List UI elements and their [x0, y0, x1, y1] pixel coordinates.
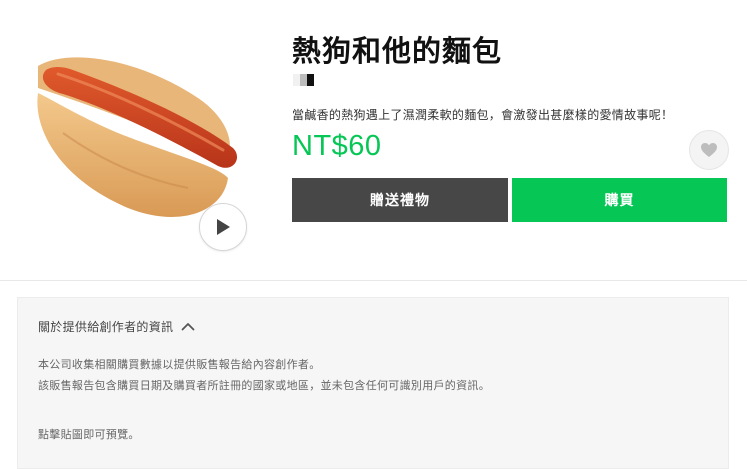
creator-info-heading: 關於提供給創作者的資訊	[38, 320, 174, 334]
author-avatar[interactable]	[293, 74, 314, 88]
buy-button[interactable]: 購買	[512, 178, 727, 222]
section-divider	[0, 280, 747, 281]
play-preview-button[interactable]	[199, 203, 247, 251]
hotdog-illustration	[37, 57, 238, 217]
product-title: 熱狗和他的麵包	[292, 34, 503, 68]
creator-info-panel: 關於提供給創作者的資訊 本公司收集相關購買數據以提供販售報告給內容創作者。 該販…	[17, 297, 729, 469]
creator-info-line-2: 該販售報告包含購買日期及購買者所註冊的國家或地區，並未包含任何可識別用戶的資訊。	[38, 379, 490, 392]
chevron-up-icon	[181, 323, 195, 331]
creator-info-toggle[interactable]: 關於提供給創作者的資訊	[38, 318, 195, 335]
heart-icon	[701, 143, 717, 157]
play-icon	[217, 219, 230, 235]
product-image[interactable]	[18, 38, 248, 228]
product-description: 當鹹香的熱狗遇上了濕潤柔軟的麵包，會激發出甚麼樣的愛情故事呢！	[292, 108, 674, 122]
wishlist-button[interactable]	[689, 130, 729, 170]
creator-info-line-1: 本公司收集相關購買數據以提供販售報告給內容創作者。	[38, 358, 321, 371]
product-price: NT$60	[292, 130, 382, 162]
preview-hint: 點擊貼圖即可預覽。	[38, 428, 140, 441]
gift-button[interactable]: 贈送禮物	[292, 178, 508, 222]
